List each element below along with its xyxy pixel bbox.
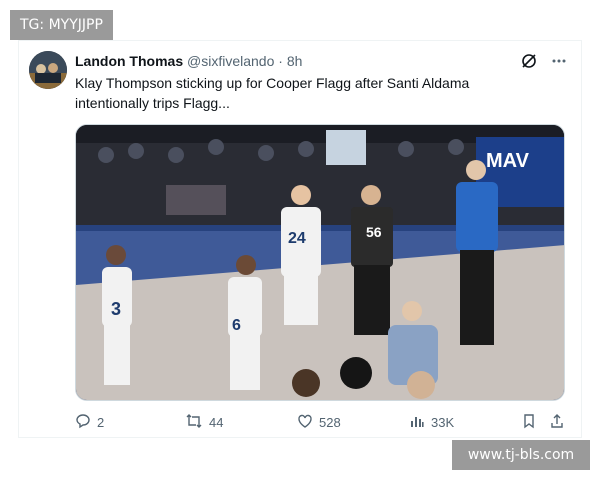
tweet-time[interactable]: 8h (287, 53, 303, 69)
jersey-ref-number: 56 (366, 224, 382, 240)
reply-icon[interactable] (75, 413, 91, 432)
repost-count: 44 (209, 415, 224, 430)
heart-icon[interactable] (297, 413, 313, 432)
tweet-media-image[interactable]: MAV 3 24 56 6 (75, 124, 565, 401)
tweet-card[interactable]: Landon Thomas @sixfivelando · 8h Klay Th… (18, 40, 582, 438)
views-count: 33K (431, 415, 455, 430)
bookmark-icon[interactable] (521, 413, 537, 432)
court-text: MAV (486, 150, 530, 172)
grok-icon[interactable] (521, 53, 537, 74)
jersey-front-number: 6 (232, 317, 241, 334)
jersey-mid-number: 24 (288, 230, 306, 247)
share-action[interactable] (549, 413, 565, 432)
tweet-text: Klay Thompson sticking up for Cooper Fla… (75, 75, 470, 111)
header-icons (521, 53, 567, 74)
avatar[interactable] (29, 51, 67, 89)
like-action[interactable]: 528 (297, 413, 341, 432)
repost-icon[interactable] (185, 413, 203, 432)
views-icon[interactable] (409, 413, 425, 432)
share-icon[interactable] (549, 413, 565, 432)
basketball-scene: MAV 3 24 56 6 (76, 125, 564, 400)
watermark-bottom: www.tj-bls.com (452, 440, 590, 470)
reply-action[interactable]: 2 (75, 413, 104, 432)
bookmark-action[interactable] (521, 413, 537, 432)
like-count: 528 (319, 415, 341, 430)
tweet-actions: 2 44 528 33K (75, 413, 567, 435)
watermark-top: TG: MYYJJPP (10, 10, 113, 40)
reply-count: 2 (97, 415, 105, 430)
views-action[interactable]: 33K (409, 413, 454, 432)
separator: · (278, 53, 283, 69)
author-handle[interactable]: @sixfivelando (187, 53, 274, 69)
tweet-header: Landon Thomas @sixfivelando · 8h (75, 53, 302, 69)
repost-action[interactable]: 44 (185, 413, 223, 432)
jersey-left-number: 3 (111, 299, 121, 319)
author-name[interactable]: Landon Thomas (75, 53, 183, 69)
more-options-icon[interactable] (551, 53, 567, 74)
